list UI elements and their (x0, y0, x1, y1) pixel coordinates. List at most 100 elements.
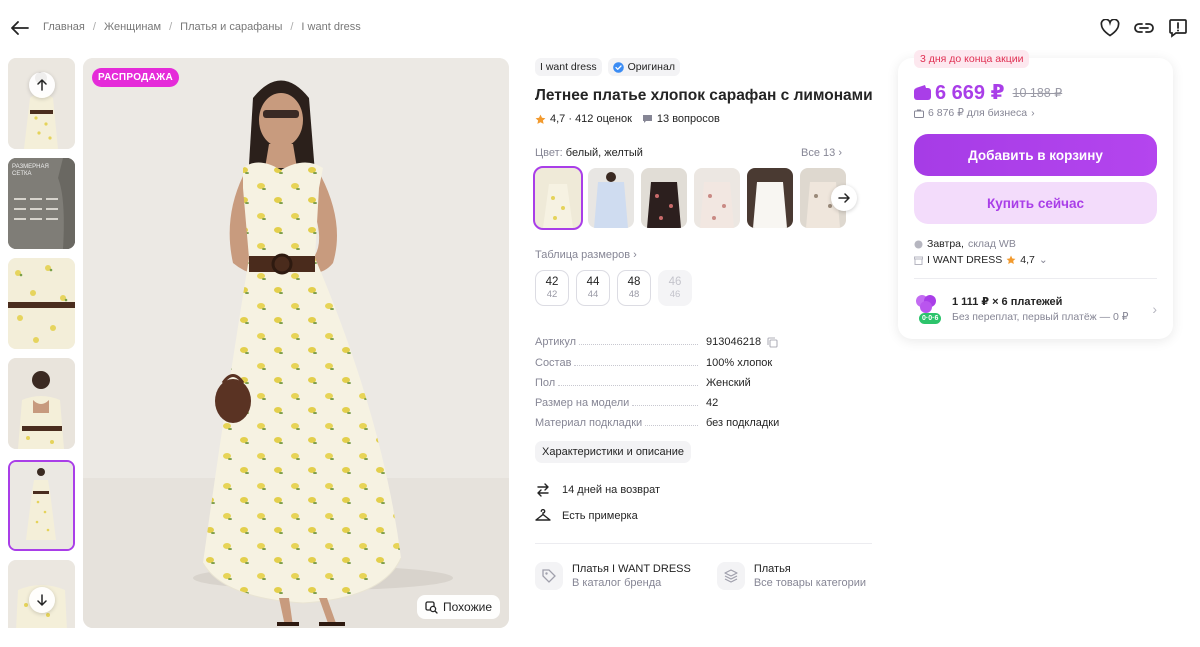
favorite-button[interactable] (1098, 16, 1122, 40)
add-to-cart-button[interactable]: Добавить в корзину (914, 134, 1157, 176)
buy-now-button[interactable]: Купить сейчас (914, 182, 1157, 224)
spec-key: Размер на модели (535, 397, 633, 410)
thumbnail-image[interactable] (8, 358, 75, 449)
size-chart-label: РАЗМЕРНАЯ СЕТКА (12, 164, 49, 177)
share-link-button[interactable] (1132, 16, 1156, 40)
spec-value: без подкладки (706, 417, 780, 430)
arrow-left-icon (11, 21, 29, 35)
questions-text: 13 вопросов (656, 113, 720, 125)
delivery-row: Завтра, склад WB (914, 236, 1048, 252)
size-option[interactable]: 42 42 (535, 270, 569, 306)
report-button[interactable] (1166, 16, 1190, 40)
spec-key: Материал подкладки (535, 417, 646, 430)
delivery-when: Завтра, (927, 238, 964, 250)
old-price: 10 188 ₽ (1012, 86, 1063, 100)
brand-chip[interactable]: I want dress (535, 58, 602, 76)
spec-row: Артикул 913046218 (535, 328, 842, 349)
chevron-right-icon: › (1031, 107, 1035, 119)
current-price: 6 669 ₽ (914, 80, 1005, 105)
spec-value: 42 (706, 397, 719, 410)
spec-row: Состав 100% хлопок (535, 348, 842, 369)
color-swatch[interactable] (747, 168, 793, 228)
feature-fitting: Есть примерка (535, 503, 875, 529)
thumbnail-image-active[interactable] (8, 460, 75, 551)
size-selector: 42 42 44 44 48 48 46 46 (535, 270, 875, 306)
star-icon (1006, 255, 1016, 264)
delivery-where: склад WB (967, 238, 1016, 250)
layers-icon (724, 569, 738, 584)
spec-row: Материал подкладки без подкладки (535, 409, 842, 430)
category-title: Платья (753, 563, 791, 576)
thumbs-down-button[interactable] (29, 587, 55, 613)
original-badge[interactable]: Оригинал (607, 58, 680, 76)
product-info: I want dress Оригинал Летнее платье хлоп… (533, 58, 875, 591)
similar-button[interactable]: Похожие (417, 595, 500, 619)
color-swatches (533, 166, 860, 230)
copy-icon[interactable] (767, 337, 778, 348)
thumbnail-image[interactable] (8, 258, 75, 349)
installment-logo: 0·0·6 (914, 292, 942, 326)
brand-catalog-title: Платья I WANT DRESS (572, 563, 691, 576)
arrow-right-icon (838, 193, 850, 203)
chevron-right-icon: › (1152, 301, 1157, 317)
chevron-right-icon: › (838, 147, 842, 159)
questions-link[interactable]: 13 вопросов (642, 113, 720, 125)
spec-row: Размер на модели 42 (535, 389, 842, 410)
return-icon (537, 483, 549, 498)
chevron-down-icon: ⌄ (1038, 254, 1048, 266)
size-option[interactable]: 44 44 (576, 270, 610, 306)
swatches-next-button[interactable] (831, 185, 857, 211)
rating[interactable]: 4,7 · 412 оценок (535, 113, 632, 125)
color-swatch[interactable] (588, 168, 634, 228)
seller-name: I WANT DRESS (927, 254, 1003, 266)
brand-catalog-sub: В каталог бренда (572, 577, 662, 590)
similar-search-icon (425, 600, 438, 614)
business-price[interactable]: 6 876 ₽ для бизнеса › (914, 107, 1035, 119)
delivery-info: Завтра, склад WB I WANT DRESS 4,7 ⌄ (914, 236, 1048, 268)
main-product-image[interactable]: РАСПРОДАЖА Похожие (83, 58, 509, 628)
seller-row[interactable]: I WANT DRESS 4,7 ⌄ (914, 252, 1048, 268)
original-label: Оригинал (627, 61, 675, 73)
breadcrumb-item[interactable]: I want dress (301, 21, 360, 33)
thumbnail-strip: РАЗМЕРНАЯ СЕТКА (8, 58, 75, 628)
size-sub: 48 (628, 289, 640, 300)
size-sub: 44 (587, 289, 599, 300)
feature-fitting-text: Есть примерка (562, 510, 638, 523)
top-actions (1098, 16, 1190, 40)
size-option-unavailable[interactable]: 46 46 (658, 270, 692, 306)
feature-return: 14 дней на возврат (535, 477, 875, 503)
color-swatch[interactable] (694, 168, 740, 228)
all-colors-link[interactable]: Все 13 › (801, 147, 842, 159)
size-chart-thumbnail[interactable]: РАЗМЕРНАЯ СЕТКА (8, 158, 75, 249)
size-main: 42 (545, 276, 559, 288)
breadcrumb-item[interactable]: Женщинам (104, 21, 161, 33)
category-sub: Все товары категории (753, 577, 867, 590)
similar-label: Похожие (443, 600, 492, 614)
hanger-icon (535, 509, 551, 522)
back-button[interactable] (8, 16, 32, 40)
feature-return-text: 14 дней на возврат (562, 484, 660, 497)
color-swatch-active[interactable] (533, 166, 583, 230)
size-table-link[interactable]: Таблица размеров › (535, 249, 875, 261)
breadcrumb-item[interactable]: Главная (43, 21, 85, 33)
link-icon (1134, 23, 1154, 33)
spec-key: Пол (535, 376, 559, 389)
size-sub: 46 (669, 289, 681, 300)
size-option[interactable]: 48 48 (617, 270, 651, 306)
purchase-card: 6 669 ₽ 10 188 ₽ 6 876 ₽ для бизнеса › Д… (898, 58, 1173, 339)
installment-offer[interactable]: 0·0·6 1 111 ₽ × 6 платежей Без переплат,… (914, 292, 1157, 326)
thumbs-up-button[interactable] (29, 72, 55, 98)
wallet-icon (914, 85, 931, 100)
category-link[interactable]: Платья Все товары категории (716, 562, 867, 591)
model-photo (83, 58, 509, 628)
product-title: Летнее платье хлопок сарафан с лимонами (535, 87, 873, 104)
breadcrumb: Главная / Женщинам / Платья и сарафаны / I … (43, 21, 361, 33)
questions-icon (642, 115, 652, 123)
color-swatch[interactable] (641, 168, 687, 228)
breadcrumb-item[interactable]: Платья и сарафаны (180, 21, 282, 33)
specs-list: Артикул 913046218 Состав 100% хлопок Пол Же… (535, 328, 842, 430)
business-price-text: 6 876 ₽ для бизнеса (928, 107, 1028, 119)
delivery-icon (914, 240, 923, 248)
brand-catalog-link[interactable]: Платья I WANT DRESS В каталог бренда (535, 562, 691, 591)
description-button[interactable]: Характеристики и описание (535, 441, 691, 464)
